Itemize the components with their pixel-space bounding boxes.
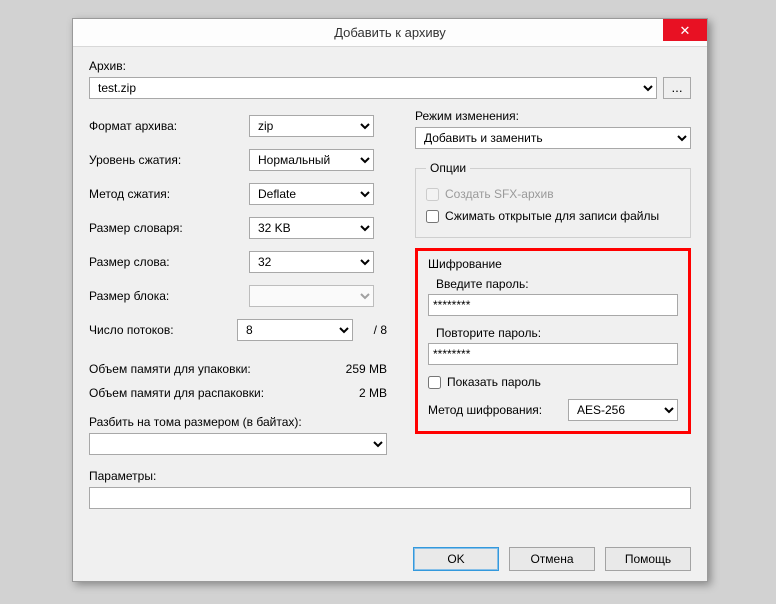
cancel-button[interactable]: Отмена <box>509 547 595 571</box>
options-legend: Опции <box>426 161 470 175</box>
mem-unpack-label: Объем памяти для распаковки: <box>89 386 359 400</box>
show-password-checkbox[interactable] <box>428 376 441 389</box>
password-label: Введите пароль: <box>436 277 678 291</box>
word-select[interactable]: 32 <box>249 251 374 273</box>
split-select[interactable] <box>89 433 387 455</box>
ok-button[interactable]: OK <box>413 547 499 571</box>
show-password-label: Показать пароль <box>447 375 541 389</box>
block-select <box>249 285 374 307</box>
mem-pack-value: 259 MB <box>346 362 387 376</box>
encryption-group: Шифрование Введите пароль: Повторите пар… <box>415 248 691 434</box>
level-select[interactable]: Нормальный <box>249 149 374 171</box>
sfx-label: Создать SFX-архив <box>445 187 554 201</box>
level-label: Уровень сжатия: <box>89 153 249 167</box>
dialog-window: Добавить к архиву ✕ Архив: test.zip ... … <box>72 18 708 582</box>
word-label: Размер слова: <box>89 255 249 269</box>
titlebar: Добавить к архиву ✕ <box>73 19 707 47</box>
enc-method-select[interactable]: AES-256 <box>568 399 678 421</box>
enc-method-label: Метод шифрования: <box>428 403 568 417</box>
block-label: Размер блока: <box>89 289 249 303</box>
window-title: Добавить к архиву <box>73 25 707 40</box>
encryption-legend: Шифрование <box>428 257 678 271</box>
browse-button[interactable]: ... <box>663 77 691 99</box>
close-button[interactable]: ✕ <box>663 19 707 41</box>
method-select[interactable]: Deflate <box>249 183 374 205</box>
shared-label: Сжимать открытые для записи файлы <box>445 209 659 223</box>
mem-pack-label: Объем памяти для упаковки: <box>89 362 346 376</box>
shared-checkbox[interactable] <box>426 210 439 223</box>
method-label: Метод сжатия: <box>89 187 249 201</box>
help-button[interactable]: Помощь <box>605 547 691 571</box>
dict-label: Размер словаря: <box>89 221 249 235</box>
format-label: Формат архива: <box>89 119 249 133</box>
sfx-checkbox <box>426 188 439 201</box>
mem-unpack-value: 2 MB <box>359 386 387 400</box>
update-label: Режим изменения: <box>415 109 691 123</box>
threads-label: Число потоков: <box>89 323 237 337</box>
split-label: Разбить на тома размером (в байтах): <box>89 415 387 429</box>
close-icon: ✕ <box>680 24 691 37</box>
threads-max: / 8 <box>359 323 387 337</box>
format-select[interactable]: zip <box>249 115 374 137</box>
dict-select[interactable]: 32 KB <box>249 217 374 239</box>
options-group: Опции Создать SFX-архив Сжимать открытые… <box>415 161 691 238</box>
params-input[interactable] <box>89 487 691 509</box>
password-input[interactable] <box>428 294 678 316</box>
footer: OK Отмена Помощь <box>73 537 707 581</box>
archive-label: Архив: <box>89 59 691 73</box>
password-repeat-label: Повторите пароль: <box>436 326 678 340</box>
params-label: Параметры: <box>89 469 691 483</box>
update-select[interactable]: Добавить и заменить <box>415 127 691 149</box>
threads-select[interactable]: 8 <box>237 319 353 341</box>
password-repeat-input[interactable] <box>428 343 678 365</box>
archive-combobox[interactable]: test.zip <box>89 77 657 99</box>
